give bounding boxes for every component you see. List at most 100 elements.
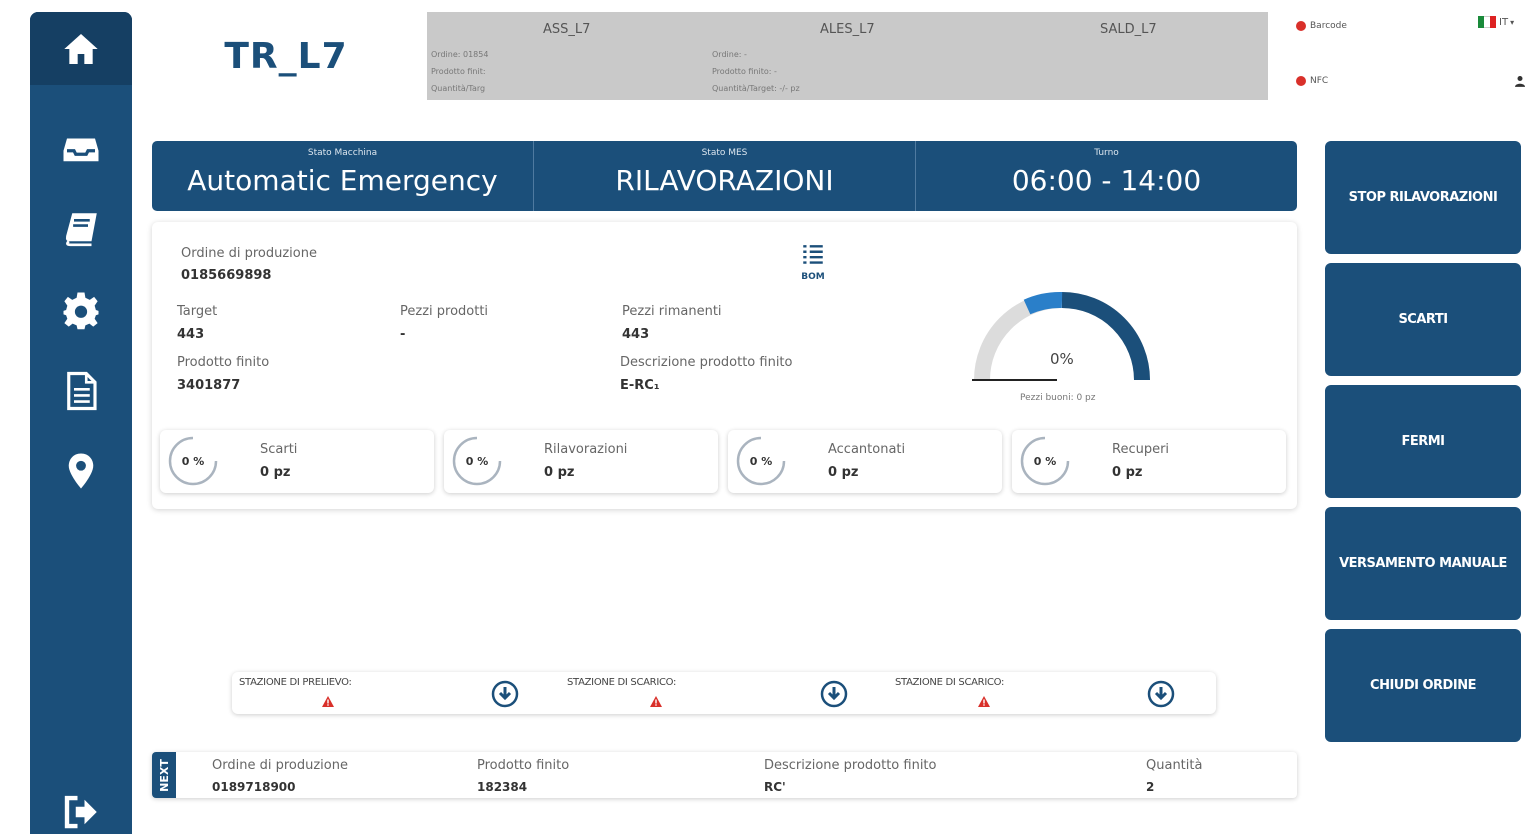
home-icon [64,33,98,64]
kpi-card-rilavorazioni: 0 % Rilavorazioni 0 pz [444,430,718,493]
user-icon[interactable] [1515,72,1525,91]
gauge-band [1061,292,1150,381]
next-order-row: NEXT Ordine di produzione 0189718900 Pro… [152,752,1297,798]
kpi-percent: 0 % [749,454,773,468]
kpi-percent: 0 % [1033,454,1057,468]
sidebar-item-settings[interactable] [30,285,132,335]
station-detail: Quantità/Target: -/- pz [712,84,800,93]
kpi-value: 0 pz [260,465,291,480]
kpi-percent: 0 % [181,454,205,468]
barcode-indicator: Barcode [1296,21,1347,31]
kpi-value: 0 pz [828,465,859,480]
next-description-label: Descrizione prodotto finito [764,758,937,773]
nfc-label: NFC [1310,76,1329,86]
warning-icon [978,696,990,707]
produced-label: Pezzi prodotti [400,304,489,319]
arrow-down-circle-icon[interactable] [1147,680,1175,708]
manual-deposit-button[interactable]: VERSAMENTO MANUALE [1325,507,1521,620]
mes-status-label: Stato MES [701,148,748,158]
station-name: SALD_L7 [1100,22,1157,37]
bom-list-icon [803,245,823,264]
warning-icon [322,696,334,707]
language-selector[interactable]: IT ▾ [1478,16,1514,28]
location-pin-icon [68,453,94,489]
remaining-value: 443 [622,327,650,342]
kpi-value: 0 pz [544,465,575,480]
station-name: ALES_L7 [820,22,875,37]
nfc-indicator: NFC [1296,76,1328,86]
shift-status: Turno 06:00 - 14:00 [915,141,1297,211]
italy-flag-icon [1478,16,1496,28]
language-label: IT [1499,16,1509,28]
next-product-value: 182384 [477,780,528,794]
barcode-label: Barcode [1310,21,1347,31]
line-title: TR_L7 [224,35,348,77]
status-dot [1296,21,1306,31]
sidebar [30,12,132,834]
station-detail: Ordine: - [712,50,747,59]
chevron-down-icon: ▾ [1510,17,1515,27]
bom-button[interactable]: BOM [800,242,826,282]
bom-label: BOM [801,272,825,282]
next-order-value: 0189718900 [212,780,296,794]
sidebar-item-logout[interactable] [30,787,132,837]
remaining-label: Pezzi rimanenti [622,304,722,319]
scrap-button[interactable]: SCARTI [1325,263,1521,376]
station-label: STAZIONE DI SCARICO: [567,677,677,688]
sidebar-item-location[interactable] [30,446,132,496]
order-label: Ordine di produzione [181,246,317,261]
product-label: Prodotto finito [177,355,270,370]
progress-gauge [972,292,1150,381]
shift-label: Turno [1094,148,1119,158]
gauge-track [974,292,1150,381]
kpi-value: 0 pz [1112,465,1143,480]
document-icon [67,371,97,411]
station-detail: Ordine: 01854 [431,50,489,59]
station-name: ASS_L7 [543,22,591,37]
close-order-button[interactable]: CHIUDI ORDINE [1325,629,1521,742]
machine-status-label: Stato Macchina [307,148,378,158]
next-description-value: RC' [764,780,786,794]
description-value: E-RC₁ [620,378,660,393]
station-detail: Quantità/Targ [431,84,486,93]
stop-rework-button[interactable]: STOP RILAVORAZIONI [1325,141,1521,254]
good-pieces: Pezzi buoni: 0 pz [1020,393,1096,403]
next-tag-label: NEXT [157,758,171,792]
arrow-down-circle-icon[interactable] [491,680,519,708]
arrow-down-circle-icon[interactable] [820,680,848,708]
station-detail: Prodotto finit: [431,67,486,76]
kpi-label: Accantonati [828,442,906,457]
next-quantity-label: Quantità [1146,758,1203,773]
order-value: 0185669898 [181,268,272,283]
product-value: 3401877 [177,378,241,393]
sidebar-item-home[interactable] [30,12,132,85]
sidebar-item-book[interactable] [30,204,132,254]
machine-status: Stato Macchina Automatic Emergency [152,141,533,211]
kpi-card-accantonati: 0 % Accantonati 0 pz [728,430,1002,493]
downtime-button[interactable]: FERMI [1325,385,1521,498]
station-label: STAZIONE DI SCARICO: [895,677,1005,688]
shift-value: 06:00 - 14:00 [1011,164,1202,197]
mes-status-value: RILAVORAZIONI [615,164,834,197]
stations-row: STAZIONE DI PRELIEVO: STAZIONE DI SCARIC… [232,672,1216,714]
status-dot [1296,76,1306,86]
gear-icon [63,292,99,330]
produced-value: - [400,327,406,342]
sidebar-item-documents[interactable] [30,366,132,416]
kpi-percent: 0 % [465,454,489,468]
warning-icon [650,696,662,707]
sidebar-item-inbox[interactable] [30,124,132,174]
next-tag: NEXT [152,752,176,798]
next-order-label: Ordine di produzione [212,758,348,773]
logout-icon [64,795,97,829]
inbox-icon [63,138,99,162]
target-value: 443 [177,327,205,342]
description-label: Descrizione prodotto finito [620,355,793,370]
kpi-label: Recuperi [1112,442,1170,457]
book-icon [65,213,97,247]
status-bar: Stato Macchina Automatic Emergency Stato… [152,141,1297,211]
kpi-label: Rilavorazioni [544,442,628,457]
stations-header: ASS_L7 Ordine: 01854 Prodotto finit: Qua… [427,12,1268,100]
line-title-box: TR_L7 [145,12,427,100]
station-label: STAZIONE DI PRELIEVO: [239,677,352,688]
